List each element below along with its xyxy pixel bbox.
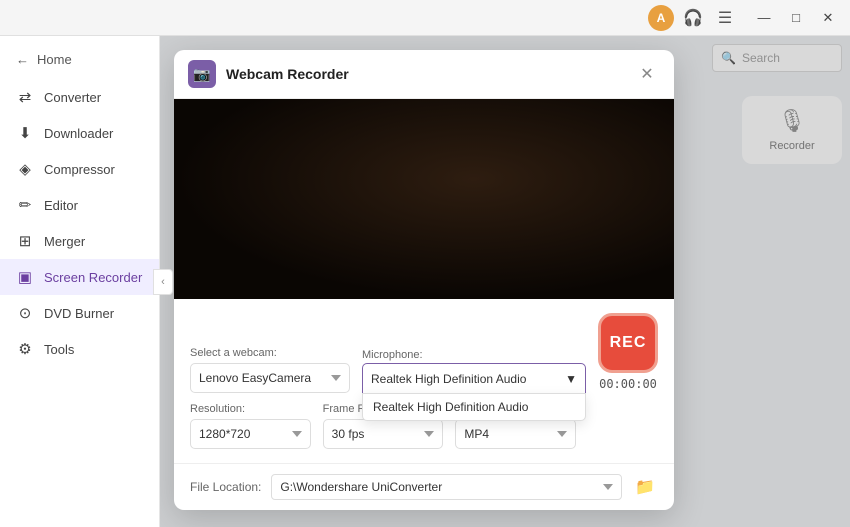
webcam-control: Select a webcam: Lenovo EasyCamera [190,347,350,393]
microphone-dropdown[interactable]: Realtek High Definition Audio ▼ Realtek … [362,363,586,393]
microphone-control: Microphone: Realtek High Definition Audi… [362,345,586,393]
sidebar-item-merger[interactable]: ⊞ Merger [0,223,159,259]
sidebar-item-editor[interactable]: ✏ Editor [0,187,159,223]
format-select[interactable]: MP4 [455,419,576,449]
modal-header-left: 📷 Webcam Recorder [188,60,349,88]
app-container: ← Home ⇄ Converter ⬇ Downloader ◈ Compre… [0,36,850,527]
microphone-option-1[interactable]: Realtek High Definition Audio [363,394,585,420]
modal-overlay: 📷 Webcam Recorder ✕ Select a webcam: [160,36,850,527]
dropdown-chevron-icon: ▼ [565,372,577,386]
converter-icon: ⇄ [16,88,34,106]
sidebar-item-dvd-burner[interactable]: ⊙ DVD Burner [0,295,159,331]
file-location-label: File Location: [190,480,261,494]
sidebar-item-label: Merger [44,234,85,249]
sidebar-item-downloader[interactable]: ⬇ Downloader [0,115,159,151]
sidebar-item-converter[interactable]: ⇄ Converter [0,79,159,115]
sidebar-collapse-button[interactable]: ‹ [153,269,173,295]
modal-icon: 📷 [188,60,216,88]
controls-row-1: Select a webcam: Lenovo EasyCamera Micro… [190,313,658,393]
open-folder-button[interactable]: 📁 [632,474,658,500]
back-arrow-icon: ← [16,52,29,67]
modal-title: Webcam Recorder [226,66,349,82]
minimize-button[interactable]: — [750,7,778,29]
tools-icon: ⚙ [16,340,34,358]
dvd-burner-icon: ⊙ [16,304,34,322]
modal-header: 📷 Webcam Recorder ✕ [174,50,674,99]
title-bar: A 🎧 ☰ — □ ✕ [0,0,850,36]
screen-recorder-icon: ▣ [16,268,34,286]
file-location-bar: File Location: G:\Wondershare UniConvert… [174,463,674,510]
sidebar-item-label: Screen Recorder [44,270,142,285]
menu-icon-button[interactable]: ☰ [712,5,738,31]
sidebar-item-label: Downloader [44,126,113,141]
sidebar-item-screen-recorder[interactable]: ▣ Screen Recorder [0,259,159,295]
main-content: 🔍 Search 🎙 Recorder 📷 Webcam Recorder ✕ [160,36,850,527]
video-dark-overlay [174,99,674,299]
sidebar-item-label: DVD Burner [44,306,114,321]
sidebar-item-label: Editor [44,198,78,213]
webcam-label: Select a webcam: [190,347,350,359]
microphone-label: Microphone: [362,349,423,361]
avatar-button[interactable]: A [648,5,674,31]
sidebar-item-label: Tools [44,342,74,357]
merger-icon: ⊞ [16,232,34,250]
resolution-select[interactable]: 1280*720 [190,419,311,449]
sidebar-item-tools[interactable]: ⚙ Tools [0,331,159,367]
rec-area: REC 00:00:00 [598,313,658,391]
resolution-label: Resolution: [190,403,311,415]
modal-controls: Select a webcam: Lenovo EasyCamera Micro… [174,299,674,463]
video-preview [174,99,674,299]
file-location-select[interactable]: G:\Wondershare UniConverter [271,474,622,500]
close-button[interactable]: ✕ [814,7,842,29]
framerate-select[interactable]: 30 fps [323,419,444,449]
back-label: Home [37,52,72,67]
headset-icon-button[interactable]: 🎧 [680,5,706,31]
resolution-control: Resolution: 1280*720 [190,403,311,449]
rec-button[interactable]: REC [598,313,658,373]
webcam-select[interactable]: Lenovo EasyCamera [190,363,350,393]
downloader-icon: ⬇ [16,124,34,142]
sidebar-item-label: Converter [44,90,101,105]
sidebar: ← Home ⇄ Converter ⬇ Downloader ◈ Compre… [0,36,160,527]
sidebar-back-button[interactable]: ← Home [0,44,159,75]
title-bar-icons: A 🎧 ☰ [648,5,738,31]
sidebar-item-label: Compressor [44,162,115,177]
microphone-selected-value: Realtek High Definition Audio [371,372,526,386]
webcam-recorder-modal: 📷 Webcam Recorder ✕ Select a webcam: [174,50,674,510]
editor-icon: ✏ [16,196,34,214]
microphone-select-open[interactable]: Realtek High Definition Audio ▼ [362,363,586,393]
sidebar-item-compressor[interactable]: ◈ Compressor [0,151,159,187]
microphone-dropdown-list: Realtek High Definition Audio [362,393,586,421]
compressor-icon: ◈ [16,160,34,178]
maximize-button[interactable]: □ [782,7,810,29]
rec-timer: 00:00:00 [599,377,657,391]
window-controls: — □ ✕ [750,7,842,29]
modal-close-button[interactable]: ✕ [636,63,658,85]
